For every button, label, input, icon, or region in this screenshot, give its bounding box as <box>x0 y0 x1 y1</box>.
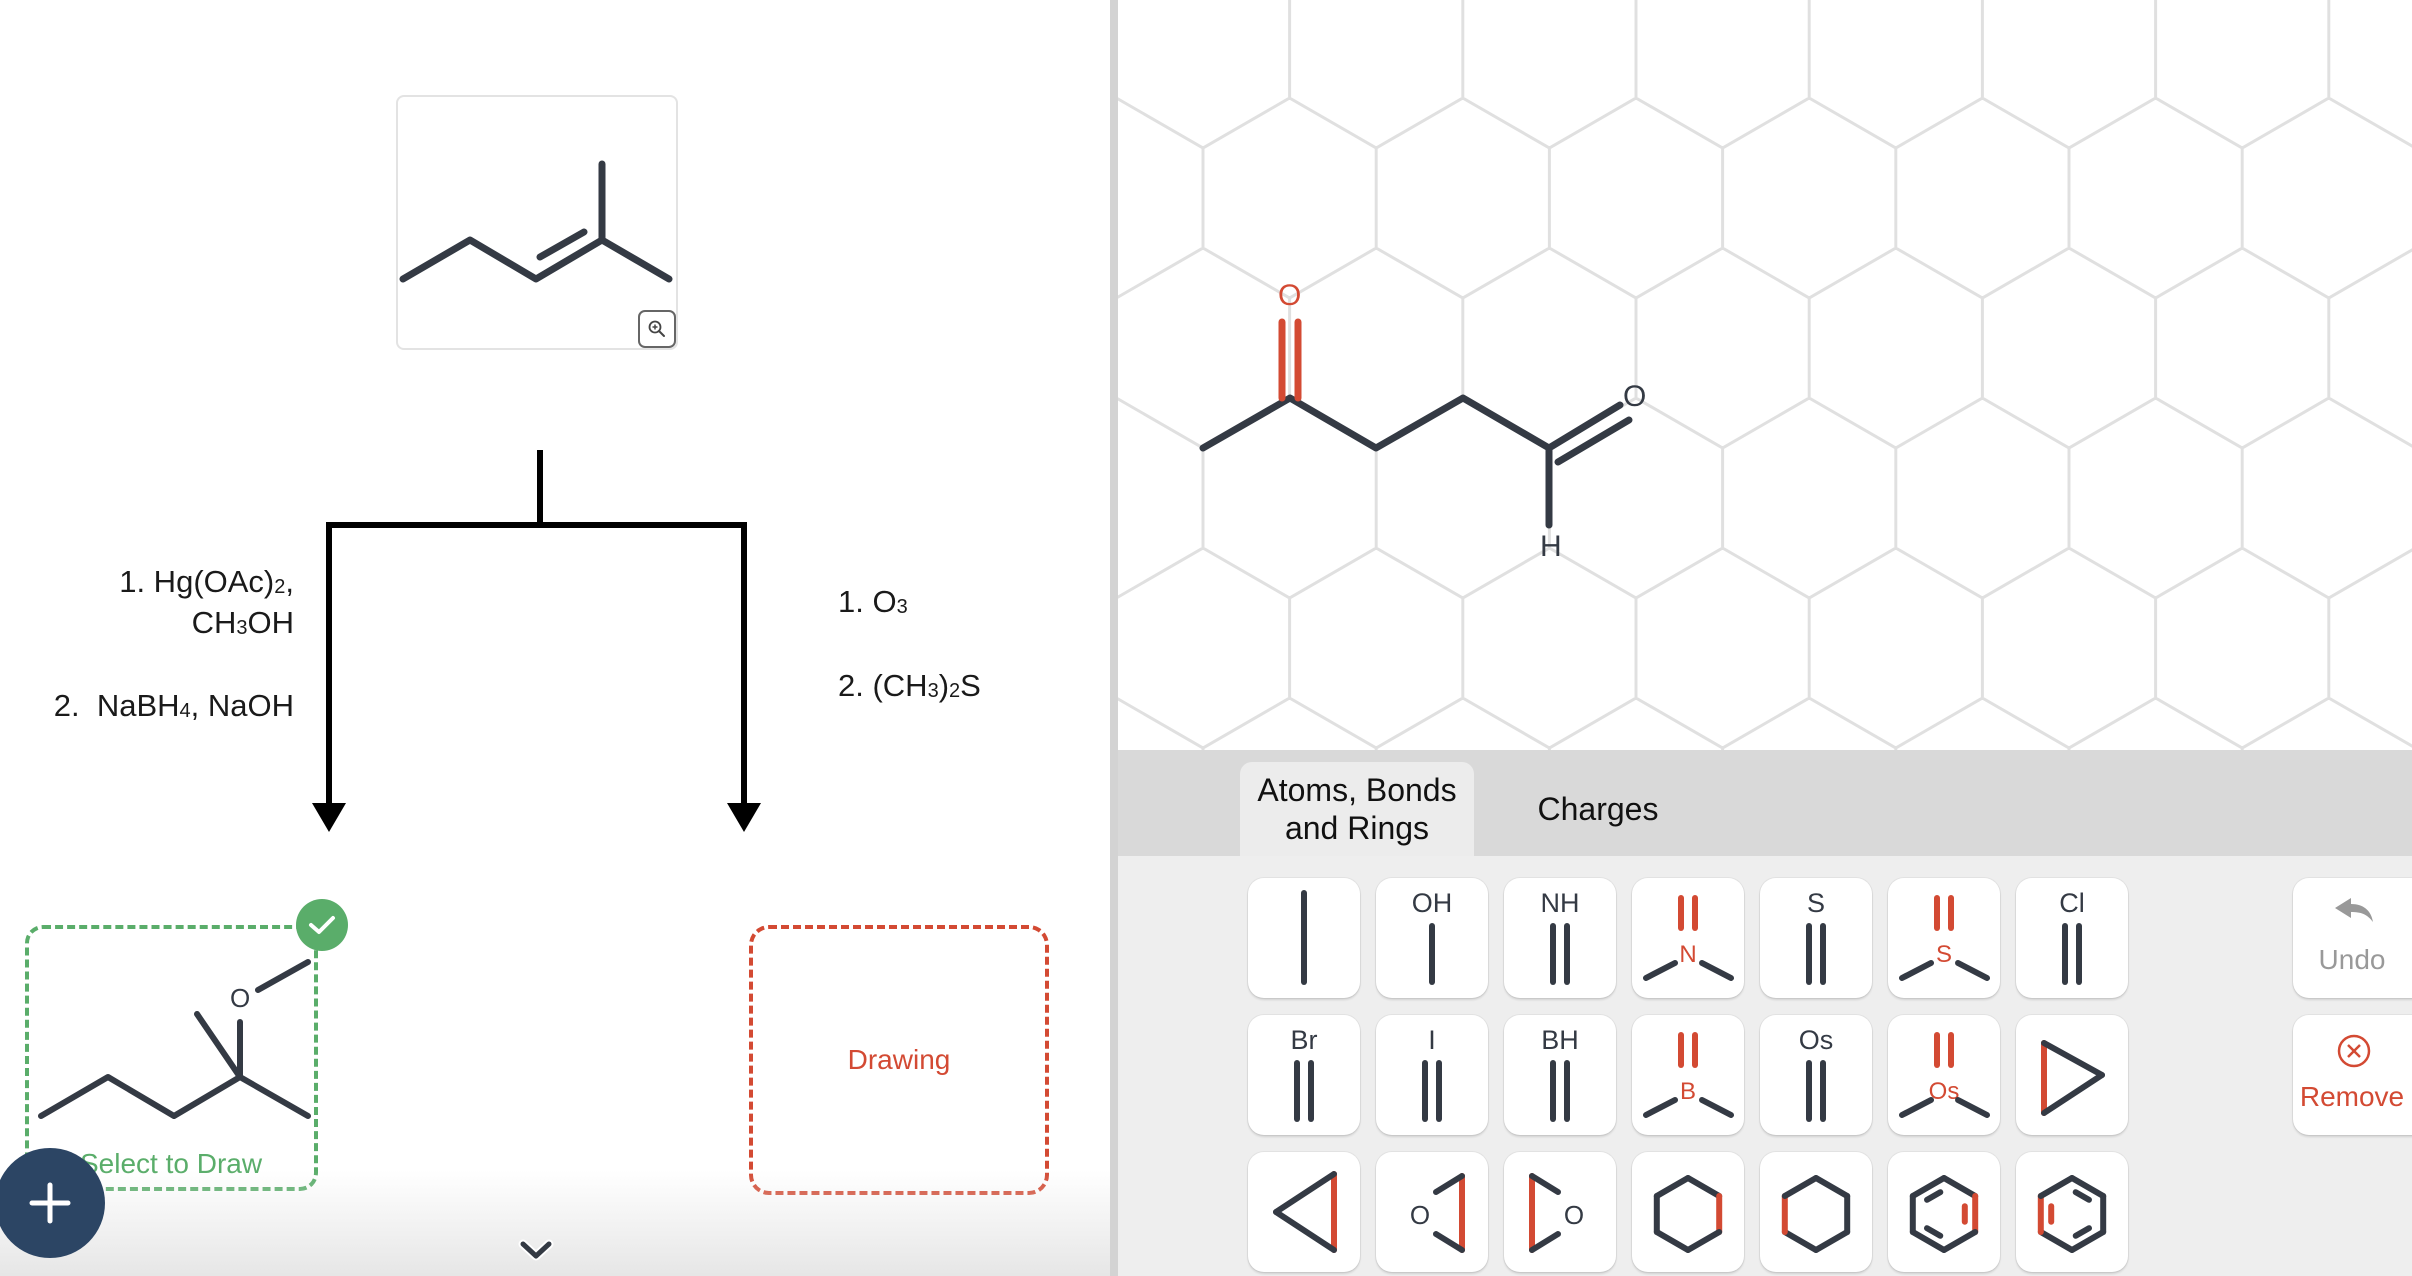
zoom-structure-button[interactable] <box>638 310 676 348</box>
tool-S[interactable]: S <box>1760 878 1872 998</box>
Br-icon: Br <box>1291 1025 1318 1122</box>
tool-benzene-left[interactable] <box>2016 1152 2128 1272</box>
reagent-left-step1-solvent: CH3OH <box>191 605 294 640</box>
epoxide-left-icon: O <box>1410 1173 1465 1253</box>
svg-text:N: N <box>1679 941 1696 968</box>
tab-charges[interactable]: Charges <box>1498 762 1698 856</box>
arrowhead-left <box>312 803 346 832</box>
Os-icon: Os <box>1799 1025 1834 1122</box>
starting-material-structure <box>399 160 673 283</box>
BH-icon: BH <box>1541 1025 1579 1122</box>
reaction-bracket <box>326 450 747 814</box>
tab-atoms-bonds-rings[interactable]: Atoms, Bonds and Rings <box>1240 762 1474 856</box>
svg-text:Br: Br <box>1291 1025 1318 1055</box>
tool-Os-double[interactable]: Os <box>1888 1015 2000 1135</box>
tool-cyclohexane-right[interactable] <box>1632 1152 1744 1272</box>
svg-text:I: I <box>1428 1025 1436 1055</box>
product-oxygen-label: O <box>230 983 251 1013</box>
cyclohexane-right-icon <box>1653 1175 1723 1253</box>
Cl-icon: Cl <box>2059 888 2085 985</box>
remove-icon <box>2337 1034 2371 1068</box>
tool-cyclohexane-left[interactable] <box>1760 1152 1872 1272</box>
cyclopropane-left-icon <box>2041 1040 2105 1116</box>
drawing-toolbar: Atoms, Bonds and Rings Charges OH NH N S S Cl B… <box>1118 750 2412 1276</box>
reagent-right-step1: 1. O3 <box>838 584 908 619</box>
tool-BH[interactable]: BH <box>1504 1015 1616 1135</box>
epoxide-right-icon: O <box>1529 1173 1584 1253</box>
tool-OH[interactable]: OH <box>1376 878 1488 998</box>
undo-icon <box>2335 898 2373 922</box>
svg-text:O: O <box>1410 1200 1430 1230</box>
single-bond-icon <box>1301 890 1307 985</box>
tool-epoxide-left[interactable]: O <box>1376 1152 1488 1272</box>
tool-Os[interactable]: Os <box>1760 1015 1872 1135</box>
atom-ketone-oxygen[interactable]: O <box>1278 279 1301 313</box>
benzene-left-icon <box>2037 1175 2107 1253</box>
undo-button[interactable]: Undo <box>2293 878 2412 998</box>
svg-text:S: S <box>1807 888 1825 918</box>
selected-bond <box>1278 318 1302 402</box>
panel-divider[interactable] <box>1110 0 1118 1276</box>
tool-B-double[interactable]: B <box>1632 1015 1744 1135</box>
tool-single-bond[interactable] <box>1248 878 1360 998</box>
drawn-structure <box>1199 318 1633 529</box>
plus-icon <box>29 1182 71 1224</box>
S-double-icon: S <box>1899 895 1990 981</box>
atom-aldehyde-hydrogen[interactable]: H <box>1540 530 1562 564</box>
reagent-left-step2: 2. NaBH4, NaOH <box>53 688 294 723</box>
tool-Br[interactable]: Br <box>1248 1015 1360 1135</box>
svg-text:Os: Os <box>1799 1025 1834 1055</box>
NH-icon: NH <box>1541 888 1580 985</box>
svg-text:Cl: Cl <box>2059 888 2085 918</box>
tool-I[interactable]: I <box>1376 1015 1488 1135</box>
svg-text:NH: NH <box>1541 888 1580 918</box>
svg-text:BH: BH <box>1541 1025 1579 1055</box>
reagent-left-step1: 1. Hg(OAc)2, <box>119 564 294 599</box>
tab-bar: Atoms, Bonds and Rings Charges <box>1118 750 2412 856</box>
tool-benzene-right[interactable] <box>1888 1152 2000 1272</box>
Os-double-icon: Os <box>1899 1032 1990 1118</box>
tool-NH[interactable]: NH <box>1504 878 1616 998</box>
checkmark-icon <box>309 916 335 934</box>
chevron-down-icon[interactable] <box>516 1236 556 1264</box>
atom-aldehyde-oxygen[interactable]: O <box>1623 380 1646 414</box>
tool-epoxide-right[interactable]: O <box>1504 1152 1616 1272</box>
benzene-right-icon <box>1909 1175 1979 1253</box>
reagent-right-step2: 2. (CH3)2S <box>838 668 981 703</box>
tool-cyclopropane-right[interactable] <box>1248 1152 1360 1272</box>
drawing-canvas[interactable]: O O H <box>1118 0 2412 750</box>
S-icon: S <box>1806 888 1826 985</box>
reaction-panel: 1. Hg(OAc)2, CH3OH 2. NaBH4, NaOH 1. O3 … <box>0 0 1110 1276</box>
svg-text:O: O <box>1564 1200 1584 1230</box>
OH-icon: OH <box>1412 888 1453 985</box>
tool-S-double[interactable]: S <box>1888 878 2000 998</box>
B-double-icon: B <box>1643 1032 1734 1118</box>
product-card-right[interactable]: Drawing <box>749 925 1049 1195</box>
I-icon: I <box>1422 1025 1442 1122</box>
cyclopropane-right-icon <box>1273 1171 1337 1253</box>
undo-label: Undo <box>2318 944 2386 975</box>
svg-text:OH: OH <box>1412 888 1453 918</box>
tool-cyclopropane-left[interactable] <box>2016 1015 2128 1135</box>
tool-N-double[interactable]: N <box>1632 878 1744 998</box>
cyclohexane-left-icon <box>1781 1175 1851 1253</box>
correct-badge <box>296 899 348 951</box>
N-double-icon: N <box>1643 895 1734 981</box>
remove-button[interactable]: Remove <box>2293 1015 2412 1135</box>
tool-Cl[interactable]: Cl <box>2016 878 2128 998</box>
arrowhead-right <box>727 803 761 832</box>
svg-text:S: S <box>1936 941 1952 968</box>
add-button[interactable] <box>0 1148 105 1258</box>
remove-label: Remove <box>2299 1081 2405 1112</box>
svg-text:B: B <box>1680 1078 1696 1105</box>
drawing-status-label: Drawing <box>847 1044 951 1075</box>
zoom-in-icon <box>648 320 665 337</box>
